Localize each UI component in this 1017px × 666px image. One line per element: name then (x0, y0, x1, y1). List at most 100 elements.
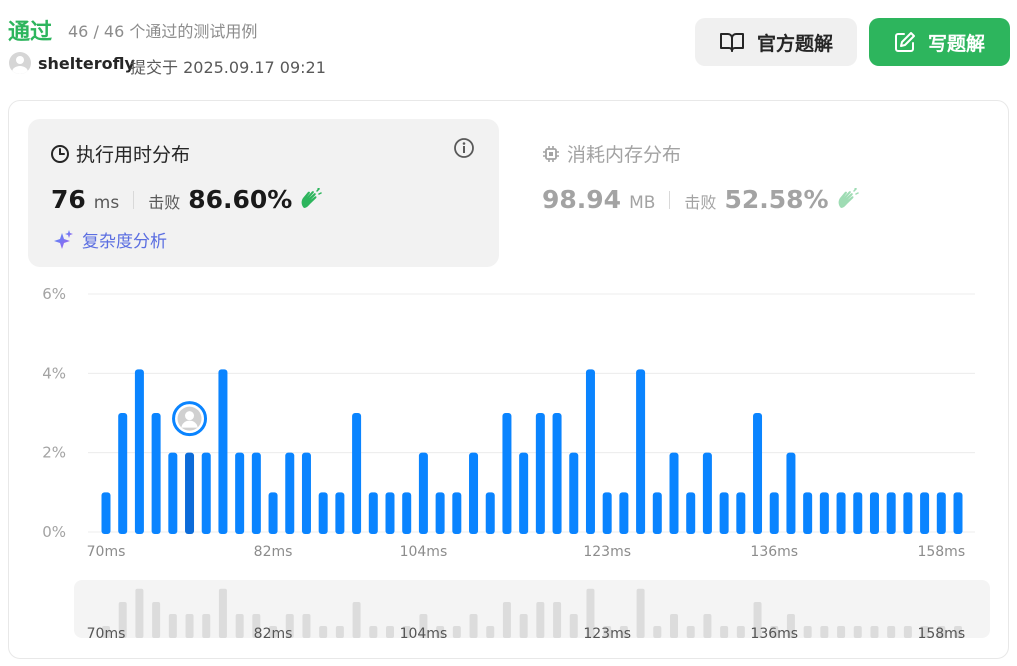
navigator-tick-label: 82ms (254, 626, 293, 642)
runtime-bar[interactable] (652, 492, 662, 534)
runtime-bar[interactable] (452, 492, 462, 534)
navigator-bar (686, 626, 695, 638)
navigator-bar (185, 614, 194, 638)
y-tick-label: 0% (42, 523, 66, 541)
navigator-bar (369, 626, 378, 638)
runtime-bar[interactable] (636, 369, 646, 534)
navigator-bar (152, 602, 161, 638)
navigator-bar (202, 614, 211, 638)
navigator-bar (502, 602, 511, 638)
runtime-bar[interactable] (819, 492, 829, 534)
runtime-bar[interactable] (151, 413, 161, 534)
navigator-bar (135, 588, 144, 638)
runtime-bar[interactable] (585, 369, 595, 534)
runtime-bar[interactable] (803, 492, 813, 534)
runtime-bar[interactable] (686, 492, 696, 534)
runtime-bar[interactable] (335, 492, 345, 534)
navigator-bar (569, 614, 578, 638)
navigator-bar (168, 614, 177, 638)
navigator-bar (352, 602, 361, 638)
runtime-bar[interactable] (602, 492, 612, 534)
x-tick-label: 158ms (917, 544, 965, 560)
x-tick-label: 136ms (750, 544, 798, 560)
runtime-bar[interactable] (485, 492, 495, 534)
runtime-bar[interactable] (836, 492, 846, 534)
x-tick-label: 70ms (87, 544, 126, 560)
runtime-bar[interactable] (719, 492, 729, 534)
runtime-bar[interactable] (702, 452, 712, 534)
runtime-bar[interactable] (769, 492, 779, 534)
navigator-bar (335, 626, 344, 638)
runtime-bar[interactable] (118, 413, 128, 534)
runtime-bar[interactable] (920, 492, 930, 534)
navigator-bar (870, 626, 879, 638)
runtime-bar[interactable] (418, 452, 428, 534)
navigator-bar (319, 626, 328, 638)
runtime-bar[interactable] (903, 492, 913, 534)
navigator-bar (519, 614, 528, 638)
runtime-bar[interactable] (435, 492, 445, 534)
navigator-bar (302, 614, 311, 638)
x-tick-label: 82ms (254, 544, 293, 560)
navigator-tick-label: 104ms (400, 626, 448, 642)
runtime-bar[interactable] (869, 492, 879, 534)
runtime-bar[interactable] (402, 492, 412, 534)
navigator-bar (486, 626, 495, 638)
navigator-bar (703, 614, 712, 638)
runtime-bar[interactable] (185, 452, 195, 534)
runtime-bar[interactable] (569, 452, 579, 534)
navigator-tick-label: 158ms (917, 626, 965, 642)
runtime-bar[interactable] (853, 492, 863, 534)
navigator-bar (536, 602, 545, 638)
runtime-bar[interactable] (786, 452, 796, 534)
range-navigator[interactable] (74, 580, 990, 638)
navigator-bar (670, 614, 678, 638)
runtime-bar[interactable] (886, 492, 896, 534)
runtime-bar[interactable] (669, 452, 679, 534)
navigator-bar (803, 626, 812, 638)
runtime-bar[interactable] (251, 452, 261, 534)
runtime-bar[interactable] (218, 369, 228, 534)
navigator-bar (736, 626, 745, 638)
navigator-bar (720, 626, 729, 638)
navigator-tick-label: 70ms (87, 626, 126, 642)
navigator-bar (636, 588, 645, 638)
runtime-bar[interactable] (552, 413, 562, 534)
runtime-bar[interactable] (268, 492, 278, 534)
runtime-bar[interactable] (101, 492, 111, 534)
y-tick-label: 6% (42, 285, 66, 303)
navigator-bar (218, 588, 227, 638)
y-tick-label: 2% (42, 444, 66, 462)
x-tick-label: 123ms (583, 544, 631, 560)
runtime-bar[interactable] (953, 492, 963, 534)
runtime-bar[interactable] (134, 369, 144, 534)
x-tick-label: 104ms (400, 544, 448, 560)
runtime-bar[interactable] (235, 452, 245, 534)
navigator-bar (887, 626, 896, 638)
runtime-bar[interactable] (168, 452, 178, 534)
navigator-tick-label: 136ms (750, 626, 798, 642)
navigator-bar (235, 614, 244, 638)
runtime-bar[interactable] (936, 492, 946, 534)
navigator-bar (452, 626, 461, 638)
runtime-bar[interactable] (368, 492, 378, 534)
runtime-bar[interactable] (285, 452, 295, 534)
navigator-bar (837, 626, 846, 638)
runtime-bar[interactable] (469, 452, 479, 534)
navigator-bar (469, 614, 478, 638)
navigator-tick-label: 123ms (583, 626, 631, 642)
runtime-bar[interactable] (318, 492, 328, 534)
runtime-bar[interactable] (352, 413, 362, 534)
runtime-bar[interactable] (301, 452, 311, 534)
runtime-bar[interactable] (502, 413, 512, 534)
y-tick-label: 4% (42, 364, 66, 382)
navigator-bar (386, 626, 394, 638)
runtime-bar[interactable] (201, 452, 211, 534)
runtime-bar[interactable] (385, 492, 395, 534)
navigator-bar (653, 626, 662, 638)
runtime-bar[interactable] (736, 492, 746, 534)
runtime-bar[interactable] (519, 452, 529, 534)
runtime-bar[interactable] (535, 413, 545, 534)
runtime-bar[interactable] (619, 492, 629, 534)
runtime-bar[interactable] (753, 413, 763, 534)
